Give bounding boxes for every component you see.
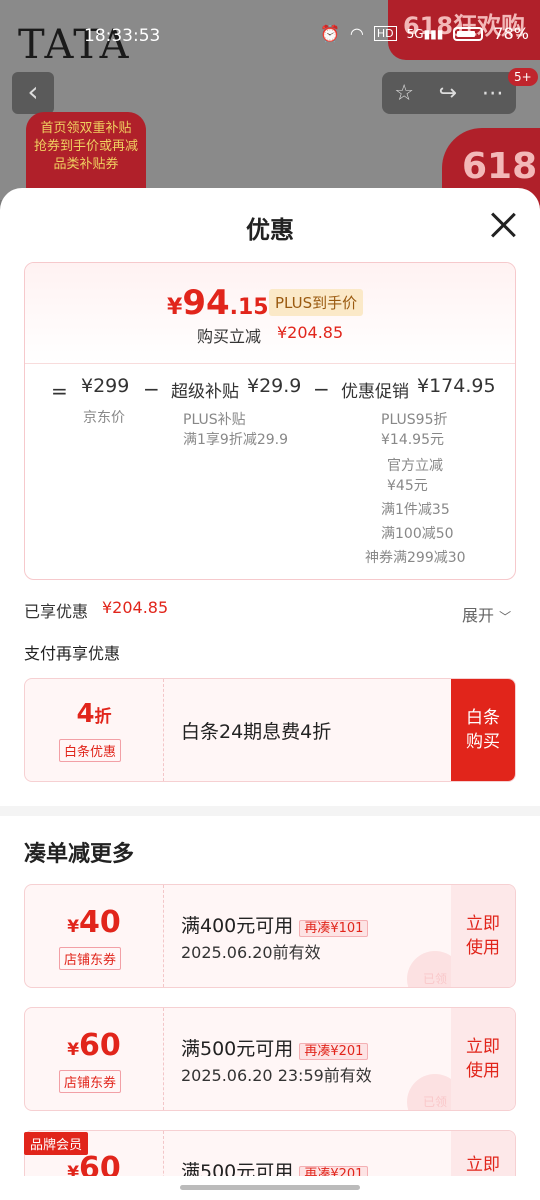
coupon-card: ¥60 店铺东券 满500元可用 再凑¥201 2025.06.20 23:59… <box>24 1007 516 1111</box>
promo-detail: 神券满299减30 <box>365 550 466 566</box>
coupon-condition: 满500元可用 再凑¥201 <box>181 1034 369 1061</box>
member-tag: 品牌会员 <box>24 1132 89 1155</box>
coupon-validity: 2025.06.20前有效 <box>181 943 321 962</box>
coupon-validity: 2025.06.20 23:59前有效 <box>181 1066 372 1085</box>
hd-icon: HD <box>373 26 397 41</box>
share-icon[interactable]: ↪ <box>439 81 457 106</box>
minus-sign: − <box>313 377 330 401</box>
message-count-badge: 5+ <box>508 68 538 86</box>
pay-discount-title: 支付再享优惠 <box>24 644 121 663</box>
currency-symbol: ¥ <box>167 295 183 320</box>
status-icons: ⏰ ◠ HD 5G▮▮▮ 78% <box>320 24 529 43</box>
promo-detail: 满100减50 <box>381 526 454 542</box>
badge-line: 首页领双重补贴 <box>40 121 132 136</box>
promo-label: 优惠促销 <box>341 382 409 402</box>
promo-detail: 满1件减35 <box>381 502 450 518</box>
minus-sign: − <box>143 377 160 401</box>
promo-value: ¥174.95 <box>417 375 496 397</box>
chevron-down-icon: ﹀ <box>499 610 512 624</box>
promo-detail: ¥14.95元 <box>381 432 444 448</box>
close-icon[interactable] <box>488 210 518 240</box>
use-coupon-button[interactable]: 立即 使用 <box>451 885 515 987</box>
shared-discount-value: ¥204.85 <box>102 598 169 617</box>
promo-detail: ¥45元 <box>387 478 428 494</box>
subsidy-value: ¥29.9 <box>247 375 302 397</box>
home-indicator[interactable] <box>180 1185 360 1190</box>
buy-reduce-value: ¥204.85 <box>277 323 344 342</box>
wifi-icon: ◠ <box>349 24 364 43</box>
baitiao-tag: 白条优惠 <box>59 739 122 762</box>
price-summary-card: ¥94.15 PLUS到手价 购买立减 ¥204.85 = ¥299 京东价 −… <box>24 262 516 580</box>
promo-detail: PLUS95折 <box>381 412 448 428</box>
subsidy-detail: PLUS补贴 <box>183 412 246 428</box>
coupon-tag: 店铺东券 <box>59 1070 122 1093</box>
promo-detail: 官方立减 <box>387 458 443 474</box>
discount-sheet: 优惠 ¥94.15 PLUS到手价 购买立减 ¥204.85 = ¥299 京东… <box>0 188 540 1200</box>
buy-reduce-label: 购买立减 <box>197 327 262 346</box>
sheet-title: 优惠 <box>246 216 294 244</box>
jd-price: ¥299 <box>81 375 130 397</box>
final-price: ¥94.15 <box>167 283 269 323</box>
subsidy-detail: 满1享9折减29.9 <box>183 432 288 448</box>
baitiao-amount: 4折 <box>76 699 112 729</box>
plus-price-tag: PLUS到手价 <box>269 289 364 316</box>
jd-price-label: 京东价 <box>83 410 125 426</box>
expand-label: 展开 <box>462 606 495 625</box>
recouple-tag: 再凑¥101 <box>299 920 369 937</box>
badge-line: 抢券到手价或再减 <box>33 139 138 154</box>
baitiao-left <box>25 679 164 781</box>
subsidy-label: 超级补贴 <box>171 382 239 402</box>
shared-discount-label: 已享优惠 <box>24 602 89 621</box>
use-coupon-button[interactable]: 立即 使用 <box>451 1008 515 1110</box>
signal-icon: 5G▮▮▮ <box>406 26 444 41</box>
baitiao-card: 4折 白条优惠 白条24期息费4折 白条 购买 <box>24 678 516 782</box>
battery-icon <box>453 26 484 41</box>
alarm-icon: ⏰ <box>320 24 340 43</box>
price-decimal: .15 <box>229 295 269 320</box>
coupon-condition: 满400元可用 再凑¥101 <box>181 911 369 938</box>
more-section-title: 凑单减更多 <box>24 842 135 867</box>
baitiao-text: 白条24期息费4折 <box>181 721 332 743</box>
section-divider <box>0 806 540 816</box>
price-integer: 94 <box>182 283 230 323</box>
badge-line: 品类补贴券 <box>53 157 119 172</box>
coupon-tag: 店铺东券 <box>59 947 122 970</box>
equals-sign: = <box>51 379 68 403</box>
back-button[interactable]: ‹ <box>12 72 54 114</box>
expand-button[interactable]: 展开 ﹀ <box>462 602 511 626</box>
status-time: 18:33:53 <box>84 26 161 46</box>
more-icon[interactable]: ⋯ <box>482 81 504 106</box>
recouple-tag: 再凑¥201 <box>299 1043 369 1060</box>
baitiao-buy-button[interactable]: 白条 购买 <box>451 679 515 781</box>
star-icon[interactable]: ☆ <box>394 81 414 106</box>
top-toolbar: ☆ ↪ ⋯ <box>382 72 516 114</box>
coupon-amount: ¥60 <box>67 1028 121 1063</box>
battery-level: 78% <box>493 24 529 43</box>
coupon-amount: ¥40 <box>67 905 121 940</box>
coupon-card: ¥40 店铺东券 满400元可用 再凑¥101 2025.06.20前有效 已领… <box>24 884 516 988</box>
